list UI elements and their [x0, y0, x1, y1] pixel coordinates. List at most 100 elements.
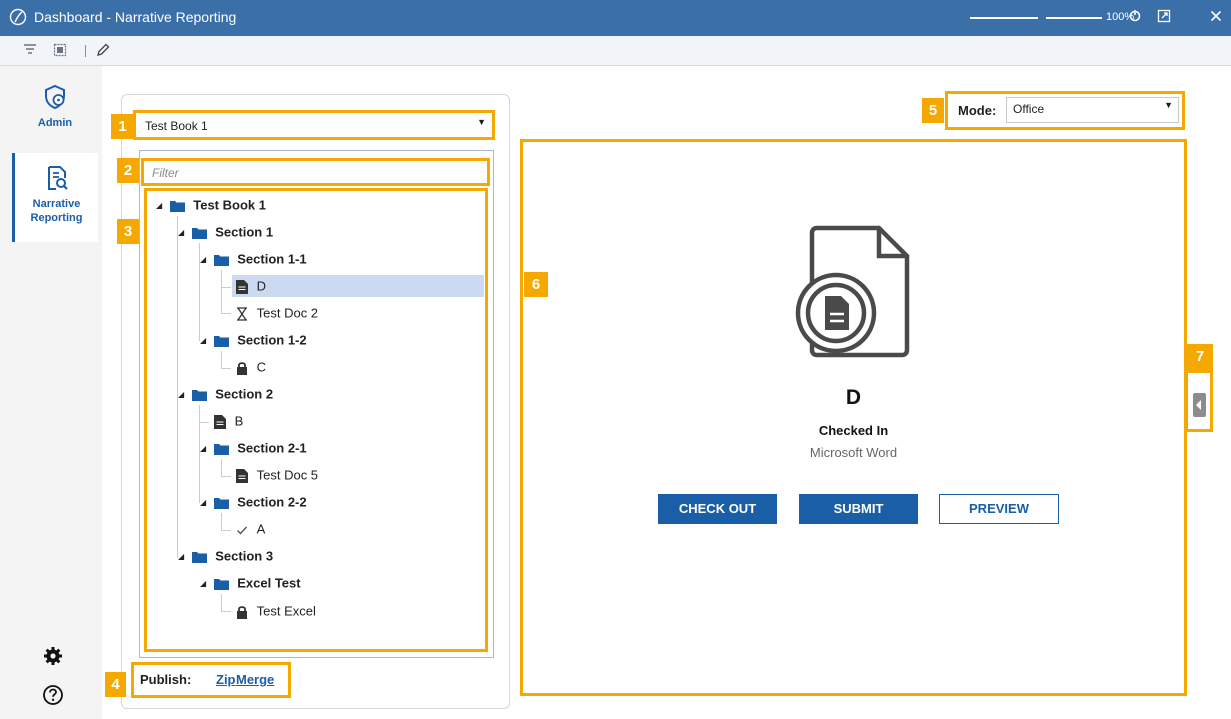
lock-icon: [237, 605, 247, 619]
zoom-slider-track[interactable]: [1046, 17, 1102, 19]
collapse-arrow-icon[interactable]: [1193, 393, 1206, 417]
callout-badge: 5: [922, 98, 944, 123]
mode-select[interactable]: Office ▼: [1006, 97, 1179, 123]
preview-button[interactable]: PREVIEW: [939, 494, 1059, 524]
tree-connector: [221, 287, 231, 288]
document-icon: [214, 414, 226, 429]
pencil-icon[interactable]: [95, 42, 111, 58]
tree-node-test-doc-5[interactable]: Test Doc 5: [236, 464, 318, 486]
toolbar-divider: [85, 45, 86, 57]
callout-badge: 4: [105, 672, 126, 697]
nav-label-narrative-reporting: Narrative Reporting: [30, 198, 83, 224]
tree-node-label: B: [234, 413, 244, 429]
nav-label-admin: Admin: [37, 117, 73, 129]
folder-icon: [213, 497, 229, 509]
expand-toggle-icon[interactable]: ◢: [178, 222, 188, 244]
tree-node-label: Section 1-2: [237, 332, 307, 348]
tree-node-section-2-2[interactable]: ◢ Section 2-2: [200, 491, 307, 513]
tree-connector: [221, 351, 222, 368]
mode-label: Mode:: [958, 103, 997, 118]
dropdown-caret-icon: ▼: [477, 117, 486, 127]
tree-connector: [221, 270, 222, 313]
hourglass-icon: [237, 306, 247, 321]
tree-node-section-1-2[interactable]: ◢ Section 1-2: [200, 329, 307, 351]
toolbar: [0, 36, 1231, 66]
zoom-slider[interactable]: [970, 17, 1038, 19]
window-title: Dashboard - Narrative Reporting: [34, 9, 237, 25]
expand-toggle-icon[interactable]: ◢: [178, 384, 188, 406]
admin-shield-icon: [45, 84, 65, 110]
tree-node-section-3[interactable]: ◢ Section 3: [178, 545, 273, 567]
tree-node-label: Excel Test: [237, 575, 301, 591]
tree-connector: [221, 313, 231, 314]
publish-bar: Publish: Zip Merge: [131, 662, 291, 698]
app-logo-icon: [9, 8, 27, 26]
nav-item-narrative-reporting[interactable]: Narrative Reporting: [12, 153, 98, 242]
tree-node-section-2[interactable]: ◢ Section 2: [178, 383, 273, 405]
filter-icon[interactable]: [22, 42, 38, 58]
tree-node-test-excel[interactable]: Test Excel: [236, 600, 316, 622]
expand-toggle-icon[interactable]: ◢: [200, 330, 210, 352]
tree-node-label: Test Doc 2: [256, 305, 319, 321]
folder-icon: [213, 254, 229, 266]
tree-node-label: Section 1-1: [237, 251, 307, 267]
tree-node-test-book-1[interactable]: ◢ Test Book 1: [156, 194, 266, 216]
folder-icon: [191, 227, 207, 239]
callout-badge: 3: [117, 219, 139, 244]
tree-node-label: Section 1: [215, 224, 274, 240]
tree-node-label: D: [256, 278, 267, 294]
tree-node-label: Test Book 1: [193, 197, 266, 213]
check-out-button[interactable]: CHECK OUT: [658, 494, 777, 524]
expand-toggle-icon[interactable]: ◢: [200, 573, 210, 595]
document-status: Checked In: [818, 423, 889, 438]
tree-node-c[interactable]: C: [236, 356, 266, 378]
book-select[interactable]: Test Book 1 ▼: [133, 110, 495, 140]
mode-area: Mode: Office ▼: [945, 91, 1185, 130]
expand-toggle-icon[interactable]: ◢: [178, 546, 188, 568]
filter-input[interactable]: [152, 165, 472, 181]
tree-node-b[interactable]: B: [214, 410, 243, 432]
book-tree: [144, 188, 488, 652]
mode-select-value: Office: [1013, 102, 1045, 116]
tree-node-test-doc-2[interactable]: Test Doc 2: [236, 302, 318, 324]
tree-node-label: A: [256, 521, 266, 537]
callout-badge: 6: [524, 272, 548, 297]
settings-gear-icon[interactable]: [42, 645, 64, 667]
expand-toggle-icon[interactable]: ◢: [200, 492, 210, 514]
nav-item-admin[interactable]: Admin: [12, 84, 98, 140]
tree-node-section-1[interactable]: ◢ Section 1: [178, 221, 273, 243]
callout-badge: 7: [1187, 344, 1213, 370]
tree-connector: [221, 530, 231, 531]
tree-connector: [221, 459, 222, 476]
expand-toggle-icon[interactable]: ◢: [200, 249, 210, 271]
refresh-icon[interactable]: [1127, 8, 1143, 24]
publish-label: Publish:: [140, 672, 192, 687]
close-icon[interactable]: [1208, 8, 1224, 24]
publish-merge-link[interactable]: Merge: [236, 672, 274, 687]
tree-node-excel-test[interactable]: ◢ Excel Test: [200, 572, 301, 594]
document-preview-panel: [520, 139, 1187, 696]
submit-button[interactable]: SUBMIT: [799, 494, 918, 524]
title-bar: Dashboard - Narrative Reporting 100%: [0, 0, 1231, 36]
dropdown-caret-icon: ▼: [1164, 100, 1173, 110]
tree-node-section-2-1[interactable]: ◢ Section 2-1: [200, 437, 307, 459]
filter-box: [141, 158, 490, 186]
tree-node-a[interactable]: A: [236, 518, 265, 540]
book-select-value: Test Book 1: [145, 119, 208, 133]
publish-zip-link[interactable]: Zip: [216, 672, 236, 687]
tree-node-section-1-1[interactable]: ◢ Section 1-1: [200, 248, 307, 270]
grid-select-icon[interactable]: [52, 42, 68, 58]
tree-node-d[interactable]: D: [232, 275, 484, 297]
tree-node-label: Section 2-2: [237, 494, 307, 510]
tree-node-label: Test Doc 5: [256, 467, 319, 483]
narrative-reporting-icon: [47, 166, 68, 190]
expand-toggle-icon[interactable]: ◢: [156, 195, 166, 217]
tree-connector: [221, 513, 222, 530]
callout-badge: 1: [111, 114, 134, 139]
callout-badge: 2: [117, 158, 139, 183]
popout-icon[interactable]: [1156, 8, 1172, 24]
document-large-icon: [795, 225, 910, 358]
expand-toggle-icon[interactable]: ◢: [200, 438, 210, 460]
document-name: D: [845, 386, 862, 409]
help-icon[interactable]: [42, 684, 64, 706]
